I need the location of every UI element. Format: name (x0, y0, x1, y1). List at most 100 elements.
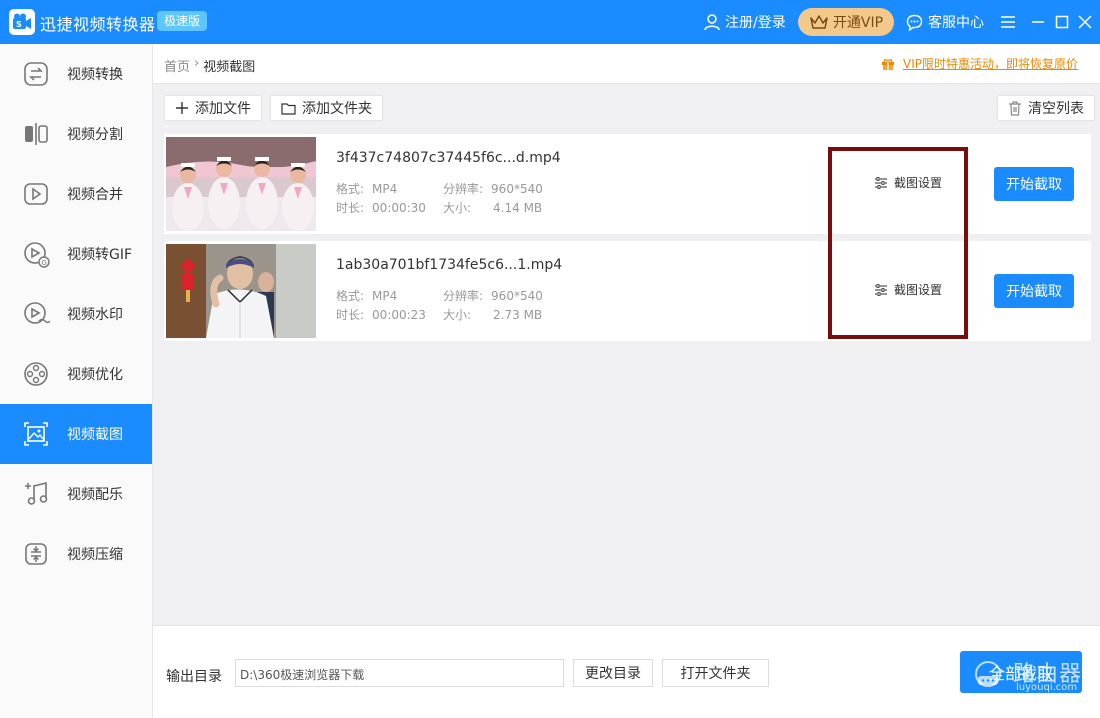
chat-icon (906, 14, 923, 31)
promo-text: VIP限时特惠活动，即将恢复原价 (903, 57, 1078, 71)
router-logo-icon (975, 661, 1001, 687)
menu-button[interactable] (996, 10, 1020, 34)
minimize-icon (1032, 21, 1044, 23)
add-file-button[interactable]: 添加文件 (164, 95, 262, 121)
sidebar-item-video-watermark[interactable]: 视频水印 (0, 284, 152, 344)
login-button[interactable]: 注册/登录 (703, 12, 786, 32)
sidebar-item-label: 视频配乐 (67, 487, 123, 503)
service-label: 客服中心 (928, 15, 984, 31)
sidebar: 视频转换 视频分割 视频合并 G 视频转GIF 视频水印 视频优化 视频截图 视… (0, 44, 153, 718)
start-capture-button[interactable]: 开始截取 (994, 167, 1074, 201)
format-value: MP4 (372, 182, 398, 196)
title-bar: S 迅捷视频转换器 极速版 注册/登录 开通VIP 客服中心 (0, 0, 1100, 44)
gift-icon (882, 58, 894, 70)
resolution-value: 960*540 (491, 289, 543, 303)
watermark-icon (22, 300, 50, 328)
crown-icon (810, 15, 828, 29)
sidebar-item-label: 视频分割 (67, 127, 123, 143)
resolution-meta: 分辨率: 960*540 (443, 182, 543, 196)
image-icon (22, 420, 50, 448)
sidebar-item-video-convert[interactable]: 视频转换 (0, 44, 152, 104)
resolution-meta: 分辨率: 960*540 (443, 289, 543, 303)
maximize-icon (1055, 15, 1069, 29)
breadcrumb-bar: 首页 › 视频截图 VIP限时特惠活动，即将恢复原价 (153, 44, 1100, 84)
maximize-button[interactable] (1050, 10, 1074, 34)
convert-icon (22, 60, 50, 88)
edition-badge: 极速版 (157, 11, 208, 31)
add-folder-button[interactable]: 添加文件夹 (270, 95, 383, 121)
clear-list-label: 清空列表 (1028, 101, 1084, 117)
file-name: 3f437c74807c37445f6c...d.mp4 (336, 150, 561, 166)
split-icon (22, 120, 50, 148)
app-logo: S (9, 9, 35, 35)
sidebar-item-label: 视频优化 (67, 367, 123, 383)
svg-text:G: G (42, 259, 47, 267)
add-file-label: 添加文件 (195, 101, 251, 117)
sidebar-item-label: 视频截图 (67, 427, 123, 443)
breadcrumb-separator: › (194, 56, 200, 71)
size-meta: 大小: 4.14 MB (443, 201, 543, 215)
format-meta: 格式: MP4 (336, 289, 398, 303)
duration-meta: 时长: 00:00:30 (336, 201, 426, 215)
sidebar-item-video-merge[interactable]: 视频合并 (0, 164, 152, 224)
sidebar-item-label: 视频转GIF (67, 247, 133, 263)
minimize-button[interactable] (1026, 10, 1050, 34)
hamburger-icon (1001, 16, 1015, 28)
highlight-annotation-box (828, 147, 968, 339)
breadcrumb-home[interactable]: 首页 (164, 56, 190, 75)
sidebar-item-label: 视频合并 (67, 187, 123, 203)
add-folder-label: 添加文件夹 (302, 101, 372, 117)
sidebar-item-label: 视频压缩 (67, 547, 123, 563)
breadcrumb-current: 视频截图 (203, 60, 256, 75)
format-value: MP4 (372, 289, 398, 303)
trash-icon (1009, 100, 1021, 116)
open-folder-button[interactable]: 打开文件夹 (662, 659, 769, 687)
duration-value: 00:00:30 (372, 201, 426, 215)
sidebar-item-video-music[interactable]: 视频配乐 (0, 464, 152, 524)
duration-meta: 时长: 00:00:23 (336, 308, 426, 322)
video-thumbnail (166, 137, 316, 231)
sidebar-item-video-optimize[interactable]: 视频优化 (0, 344, 152, 404)
user-icon (704, 14, 720, 31)
vip-button[interactable]: 开通VIP (798, 8, 894, 36)
breadcrumb: 首页 › 视频截图 (164, 56, 255, 75)
app-title: 迅捷视频转换器 (40, 15, 156, 34)
clear-list-button[interactable]: 清空列表 (997, 95, 1095, 121)
sidebar-item-label: 视频水印 (67, 307, 123, 323)
output-bar: 输出目录 D:\360极速浏览器下载 更改目录 打开文件夹 全部截取 路由器 l… (153, 625, 1100, 718)
film-reel-icon (22, 360, 50, 388)
site-watermark: 路由器 luyouqi.com (968, 654, 1088, 696)
sidebar-item-video-screenshot[interactable]: 视频截图 (0, 404, 152, 464)
vip-label: 开通VIP (832, 15, 884, 31)
sidebar-item-video-gif[interactable]: G 视频转GIF (0, 224, 152, 284)
change-dir-button[interactable]: 更改目录 (573, 659, 653, 687)
sidebar-item-video-split[interactable]: 视频分割 (0, 104, 152, 164)
gif-icon: G (22, 240, 50, 268)
watermark-url: luyouqi.com (1016, 682, 1078, 693)
size-value: 2.73 MB (493, 308, 543, 322)
app-logo-icon: S (13, 13, 31, 29)
resolution-value: 960*540 (491, 182, 543, 196)
start-capture-button[interactable]: 开始截取 (994, 274, 1074, 308)
video-thumbnail (166, 244, 316, 338)
duration-value: 00:00:23 (372, 308, 426, 322)
file-name: 1ab30a701bf1734fe5c6...1.mp4 (336, 257, 563, 273)
sidebar-item-label: 视频转换 (67, 67, 123, 83)
merge-icon (22, 180, 50, 208)
sidebar-item-video-compress[interactable]: 视频压缩 (0, 524, 152, 584)
output-path-field[interactable]: D:\360极速浏览器下载 (235, 659, 564, 687)
customer-service-button[interactable]: 客服中心 (906, 12, 984, 32)
format-meta: 格式: MP4 (336, 182, 398, 196)
plus-icon (176, 102, 188, 114)
size-value: 4.14 MB (493, 201, 543, 215)
music-icon (22, 480, 50, 508)
svg-text:S: S (16, 20, 22, 29)
output-dir-label: 输出目录 (166, 669, 222, 685)
close-icon (1078, 15, 1092, 29)
compress-icon (22, 540, 50, 568)
folder-icon (281, 102, 296, 115)
size-meta: 大小: 2.73 MB (443, 308, 543, 322)
login-label: 注册/登录 (725, 15, 786, 31)
close-button[interactable] (1073, 10, 1097, 34)
vip-promo-link[interactable]: VIP限时特惠活动，即将恢复原价 (881, 55, 1078, 72)
